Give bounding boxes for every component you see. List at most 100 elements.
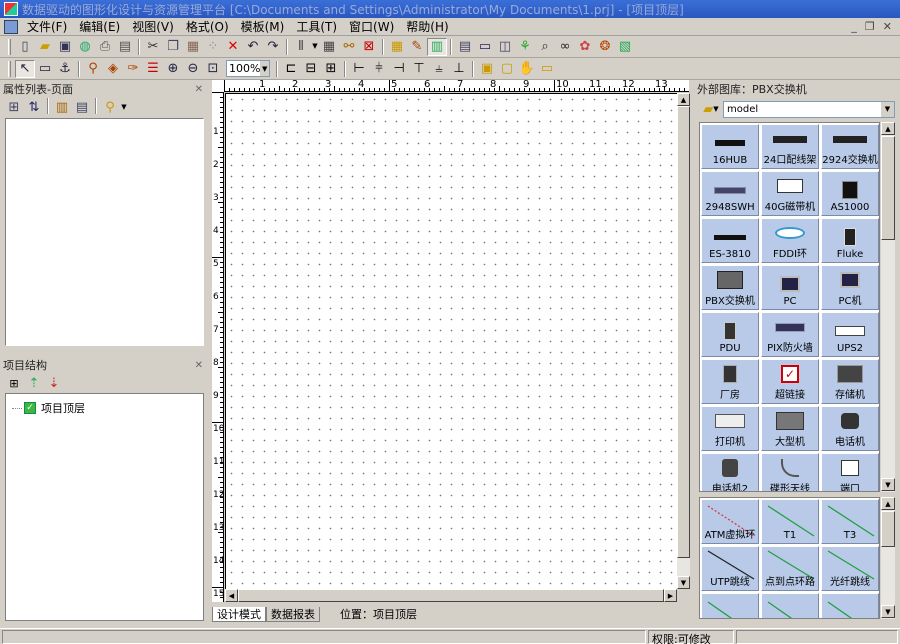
print-preview-icon[interactable]: ▤ [115, 38, 135, 56]
undo-icon[interactable]: ↶ [243, 38, 263, 56]
menu-format[interactable]: 格式(O) [180, 18, 235, 35]
binoculars-icon[interactable]: ∞ [555, 38, 575, 56]
scroll-thumb[interactable] [238, 589, 664, 602]
cut-icon[interactable]: ✂ [143, 38, 163, 56]
menu-edit[interactable]: 编辑(E) [73, 18, 126, 35]
line-tile[interactable] [701, 593, 759, 618]
library-select[interactable]: model ▼ [723, 100, 895, 118]
line-tile[interactable] [821, 593, 879, 618]
grid-icon[interactable]: ▦ [387, 38, 407, 56]
toolbar-grip[interactable] [8, 38, 11, 55]
settings-icon[interactable]: ❂ [595, 38, 615, 56]
device-tile[interactable]: PC [761, 265, 819, 310]
device-tile[interactable]: 40G磁带机 [761, 171, 819, 216]
book-icon[interactable]: ▥ [427, 37, 447, 56]
device-tile[interactable]: 厂房 [701, 359, 759, 404]
device-tile[interactable]: 打印机 [701, 406, 759, 451]
device-tile[interactable]: ES-3810 [701, 218, 759, 263]
properties-close-icon[interactable]: ✕ [195, 84, 208, 95]
tab-data-report[interactable]: 数据报表 [266, 606, 320, 622]
property-pages-icon[interactable]: ▥ [52, 98, 72, 116]
align-hcenter-icon[interactable]: ⫩ [369, 60, 389, 78]
canvas-horizontal-scrollbar[interactable]: ◀ ▶ [225, 589, 677, 602]
device-tile[interactable]: 碟形天线 [761, 453, 819, 491]
scroll-down-icon[interactable]: ▼ [881, 478, 895, 491]
device-tile[interactable]: FDDI环 [761, 218, 819, 263]
device-tile[interactable]: PIX防火墙 [761, 312, 819, 357]
categorized-icon[interactable]: ⊞ [4, 98, 24, 116]
canvas-vertical-scrollbar[interactable]: ▲ ▼ [677, 93, 690, 589]
filter-dropdown-icon[interactable]: ▼ [120, 98, 128, 116]
group-icon[interactable]: ▣ [477, 60, 497, 78]
select-pointer-icon[interactable]: ↖ [15, 59, 35, 78]
device-tile[interactable]: 端口 [821, 453, 879, 491]
line-tile[interactable]: ATM虚拟环 [701, 499, 759, 544]
device-tile[interactable]: PDU [701, 312, 759, 357]
filter-icon[interactable]: ⚲ [100, 98, 120, 116]
magnify-icon[interactable]: ⚲ [83, 60, 103, 78]
align-bottom-icon[interactable]: ⊥ [449, 60, 469, 78]
restore-icon[interactable]: ❐ [865, 20, 875, 33]
device-tile[interactable]: ✓ 超链接 [761, 359, 819, 404]
scroll-down-icon[interactable]: ▼ [677, 576, 690, 589]
tree-icon[interactable]: ⚘ [515, 38, 535, 56]
align-group-icon[interactable]: ⊞ [321, 60, 341, 78]
scroll-up-icon[interactable]: ▲ [677, 93, 690, 106]
line-tile[interactable]: UTP跳线 [701, 546, 759, 591]
minimize-icon[interactable]: _ [851, 20, 857, 33]
zoom-out-icon[interactable]: ⊖ [183, 60, 203, 78]
align-right-edge-icon[interactable]: ⊣ [389, 60, 409, 78]
tree-node-root[interactable]: ✓ 项目顶层 [12, 400, 85, 416]
device-library-scrollbar[interactable]: ▲ ▼ [881, 122, 895, 492]
layers-icon[interactable]: ☰ [143, 60, 163, 78]
structure-close-icon[interactable]: ✕ [195, 360, 208, 371]
device-tile[interactable]: AS1000 [821, 171, 879, 216]
align-top-icon[interactable]: ⊤ [409, 60, 429, 78]
device-tile[interactable]: 2924交换机 [821, 124, 879, 169]
line-tile[interactable]: 光纤跳线 [821, 546, 879, 591]
device-tile[interactable]: 存储机 [821, 359, 879, 404]
pen-icon[interactable]: ✎ [407, 38, 427, 56]
drawing-canvas[interactable] [225, 93, 677, 589]
scroll-thumb[interactable] [881, 136, 895, 240]
brush-icon[interactable]: ✑ [123, 60, 143, 78]
close-icon[interactable]: ✕ [883, 20, 892, 33]
page-setup-icon[interactable]: ▤ [455, 38, 475, 56]
globe-icon[interactable]: ◍ [75, 38, 95, 56]
line-tile[interactable]: T1 [761, 499, 819, 544]
checked-icon[interactable]: ✓ [24, 402, 36, 414]
anchor-icon[interactable]: ⚓ [55, 60, 75, 78]
scroll-down-icon[interactable]: ▼ [881, 605, 895, 618]
menu-template[interactable]: 模板(M) [235, 18, 291, 35]
line-tile[interactable] [761, 593, 819, 618]
device-tile[interactable]: 电话机 [821, 406, 879, 451]
device-tile[interactable]: 24口配线架 [761, 124, 819, 169]
calculator-icon[interactable]: ▦ [319, 38, 339, 56]
network-icon[interactable]: ✿ [575, 38, 595, 56]
window-icon[interactable]: ◫ [495, 38, 515, 56]
scroll-thumb[interactable] [677, 106, 690, 558]
zoom-fit-icon[interactable]: ⊡ [203, 60, 223, 78]
properties-list[interactable] [5, 118, 204, 346]
link-icon[interactable]: ⚯ [339, 38, 359, 56]
redo-icon[interactable]: ↷ [263, 38, 283, 56]
zoom-select[interactable]: 100% ▼ [226, 60, 270, 77]
expand-icon[interactable]: ⊞ [4, 374, 24, 392]
device-tile[interactable]: 16HUB [701, 124, 759, 169]
device-tile[interactable]: 2948SWH [701, 171, 759, 216]
tab-design-mode[interactable]: 设计模式 [212, 606, 266, 622]
dropdown-arrow-icon[interactable]: ▼ [311, 38, 319, 56]
align-center-icon[interactable]: ⊟ [301, 60, 321, 78]
folder-icon[interactable]: ▰ ▼ [699, 100, 723, 118]
toolbar-grip[interactable] [8, 60, 11, 77]
property-list-icon[interactable]: ▤ [72, 98, 92, 116]
scroll-up-icon[interactable]: ▲ [881, 122, 895, 135]
zoom-in-icon[interactable]: ⊕ [163, 60, 183, 78]
menu-tools[interactable]: 工具(T) [290, 18, 343, 35]
export-icon[interactable]: ▧ [615, 38, 635, 56]
print-icon[interactable]: ⎙ [95, 38, 115, 56]
device-tile[interactable]: UPS2 [821, 312, 879, 357]
device-tile[interactable]: Fluke [821, 218, 879, 263]
remove-node-icon[interactable]: ⇣ [44, 374, 64, 392]
copy-icon[interactable]: ❐ [163, 38, 183, 56]
